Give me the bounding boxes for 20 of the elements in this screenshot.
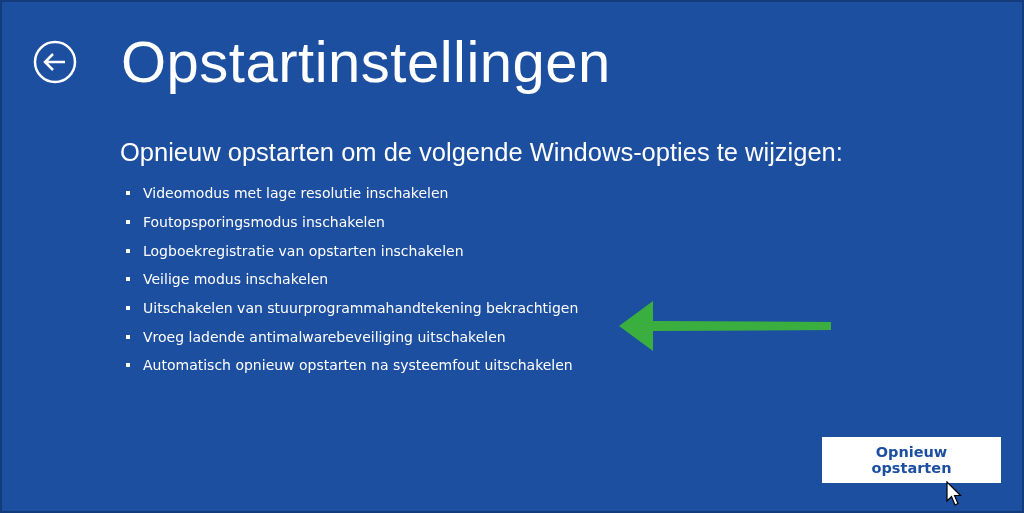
- page-title: Opstartinstellingen: [121, 32, 611, 92]
- option-text: Videomodus met lage resolutie inschakelen: [143, 185, 449, 202]
- bullet-icon: [126, 191, 130, 196]
- back-icon[interactable]: [33, 40, 77, 84]
- option-text: Foutopsporingsmodus inschakelen: [143, 214, 385, 231]
- option-text: Veilige modus inschakelen: [143, 271, 329, 288]
- restart-button[interactable]: Opnieuw opstarten: [822, 437, 1001, 483]
- bullet-icon: [126, 334, 130, 339]
- bullet-icon: [126, 248, 130, 253]
- option-text: Vroeg ladende antimalwarebeveiliging uitschakelen: [143, 328, 506, 345]
- subtitle: Opnieuw opstarten om de volgende Windows-opties te wijzigen:: [120, 137, 844, 167]
- bullet-icon: [126, 306, 130, 311]
- bullet-icon: [126, 363, 130, 368]
- mouse-pointer-icon: [946, 481, 962, 507]
- bullet-icon: [126, 220, 130, 225]
- arrow-icon: [619, 301, 833, 351]
- option-text: Automatisch opnieuw opstarten na systeemfout uitschakelen: [143, 357, 573, 374]
- option-text: Logboekregistratie van opstarten inschakelen: [143, 242, 464, 259]
- bullet-icon: [126, 277, 130, 282]
- option-text: Uitschakelen van stuurprogrammahandtekening bekrachtigen: [143, 300, 579, 317]
